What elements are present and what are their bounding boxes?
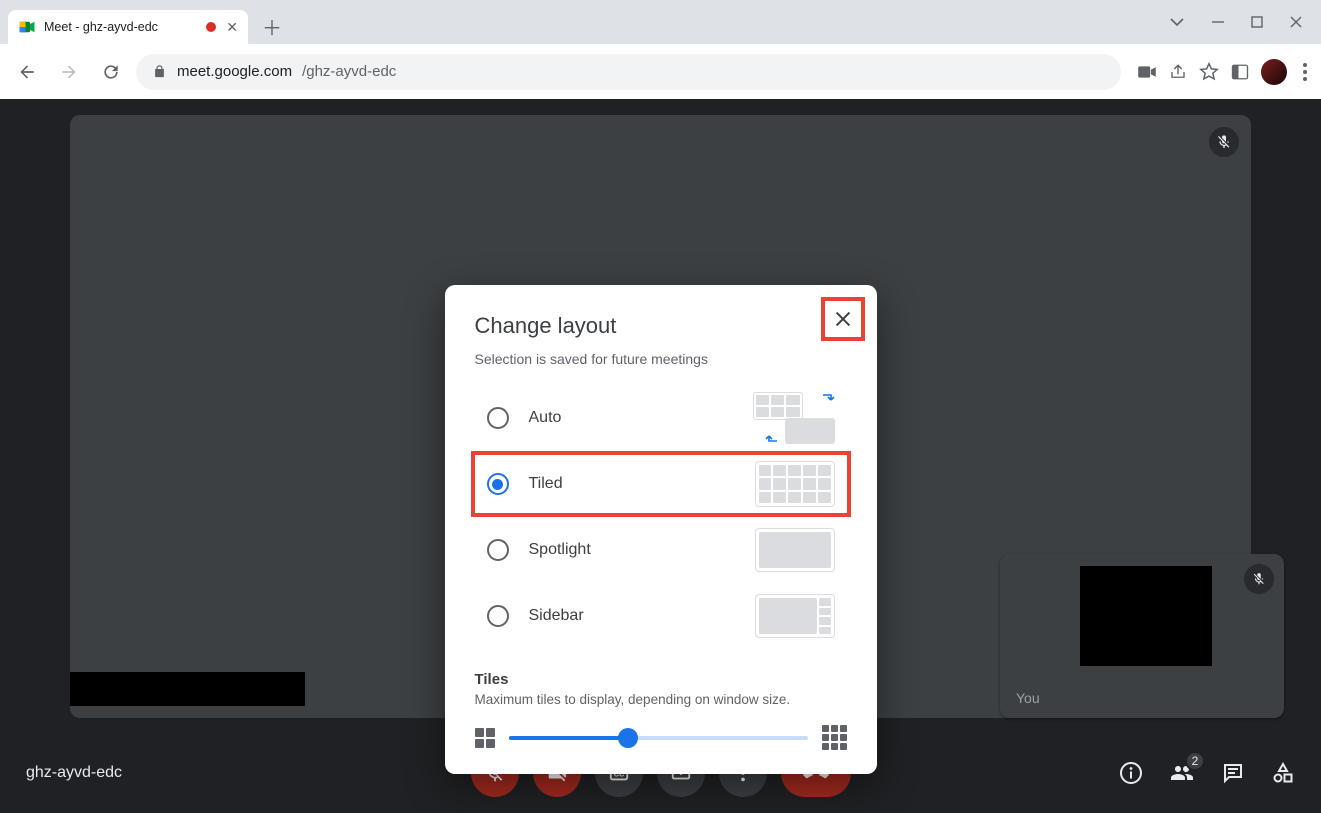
thumb-auto-icon <box>753 392 835 444</box>
dialog-title: Change layout <box>475 313 847 339</box>
self-mic-muted-icon <box>1244 564 1274 594</box>
meet-app: You ghz-ayvd-edc CC <box>0 99 1321 813</box>
nav-reload-button[interactable] <box>94 55 128 89</box>
slider-knob[interactable] <box>618 728 638 748</box>
url-path: /ghz-ayvd-edc <box>302 63 396 80</box>
nav-forward-button <box>52 55 86 89</box>
meeting-code: ghz-ayvd-edc <box>26 764 122 782</box>
tiles-heading: Tiles <box>475 671 847 688</box>
label-sidebar: Sidebar <box>529 607 733 625</box>
participant-name-redacted <box>70 672 305 706</box>
side-panel-icon[interactable] <box>1231 63 1249 81</box>
tab-strip: Meet - ghz-ayvd-edc ✕ ＋ <box>0 0 1321 44</box>
new-tab-button[interactable]: ＋ <box>258 12 286 40</box>
radio-sidebar[interactable] <box>487 605 509 627</box>
thumb-sidebar-icon <box>753 594 835 638</box>
tab-search-icon[interactable] <box>1169 14 1185 30</box>
label-tiled: Tiled <box>529 475 733 493</box>
tiles-min-icon <box>475 728 495 748</box>
tiles-max-icon <box>822 725 847 750</box>
activities-button[interactable] <box>1271 761 1295 785</box>
label-spotlight: Spotlight <box>529 541 733 559</box>
radio-spotlight[interactable] <box>487 539 509 561</box>
thumb-spotlight-icon <box>753 528 835 572</box>
tab-title: Meet - ghz-ayvd-edc <box>44 20 206 34</box>
recording-indicator-icon <box>206 22 216 32</box>
camera-indicator-icon[interactable] <box>1137 64 1157 80</box>
side-panel-controls: 2 <box>1119 761 1295 785</box>
share-icon[interactable] <box>1169 63 1187 81</box>
window-close-icon[interactable] <box>1289 15 1303 29</box>
tiles-subtext: Maximum tiles to display, depending on w… <box>475 692 847 707</box>
layout-option-tiled[interactable]: Tiled <box>471 451 851 517</box>
participant-count-badge: 2 <box>1185 751 1205 771</box>
window-controls <box>1155 0 1317 44</box>
profile-avatar[interactable] <box>1261 59 1287 85</box>
browser-chrome: Meet - ghz-ayvd-edc ✕ ＋ meet.google.com/… <box>0 0 1321 99</box>
participant-mic-muted-icon <box>1209 127 1239 157</box>
meet-favicon <box>18 18 36 36</box>
self-view-tile[interactable]: You <box>1000 554 1284 718</box>
meeting-details-button[interactable] <box>1119 761 1143 785</box>
browser-toolbar: meet.google.com/ghz-ayvd-edc <box>0 44 1321 99</box>
window-maximize-icon[interactable] <box>1251 16 1263 28</box>
radio-auto[interactable] <box>487 407 509 429</box>
participants-button[interactable]: 2 <box>1169 761 1195 785</box>
lock-icon <box>152 64 167 79</box>
slider-fill <box>509 736 629 740</box>
bookmark-star-icon[interactable] <box>1199 62 1219 82</box>
window-minimize-icon[interactable] <box>1211 15 1225 29</box>
layout-option-auto[interactable]: Auto <box>475 385 847 451</box>
browser-menu-icon[interactable] <box>1299 59 1311 85</box>
dialog-close-button[interactable] <box>825 301 861 337</box>
dialog-subtitle: Selection is saved for future meetings <box>475 351 847 367</box>
tiles-slider[interactable] <box>509 728 808 748</box>
label-auto: Auto <box>529 409 733 427</box>
radio-tiled[interactable] <box>487 473 509 495</box>
layout-option-spotlight[interactable]: Spotlight <box>475 517 847 583</box>
browser-tab[interactable]: Meet - ghz-ayvd-edc ✕ <box>8 10 248 44</box>
thumb-tiled-icon <box>753 461 835 507</box>
tiles-slider-row <box>475 725 847 750</box>
self-label: You <box>1016 690 1040 706</box>
toolbar-actions <box>1137 59 1311 85</box>
url-domain: meet.google.com <box>177 63 292 80</box>
change-layout-dialog: Change layout Selection is saved for fut… <box>445 285 877 774</box>
address-bar[interactable]: meet.google.com/ghz-ayvd-edc <box>136 54 1121 90</box>
layout-option-sidebar[interactable]: Sidebar <box>475 583 847 649</box>
chat-button[interactable] <box>1221 761 1245 785</box>
self-video-thumb <box>1080 566 1212 666</box>
nav-back-button[interactable] <box>10 55 44 89</box>
layout-options: Auto Tiled Spot <box>475 385 847 649</box>
tab-close-icon[interactable]: ✕ <box>226 19 238 36</box>
